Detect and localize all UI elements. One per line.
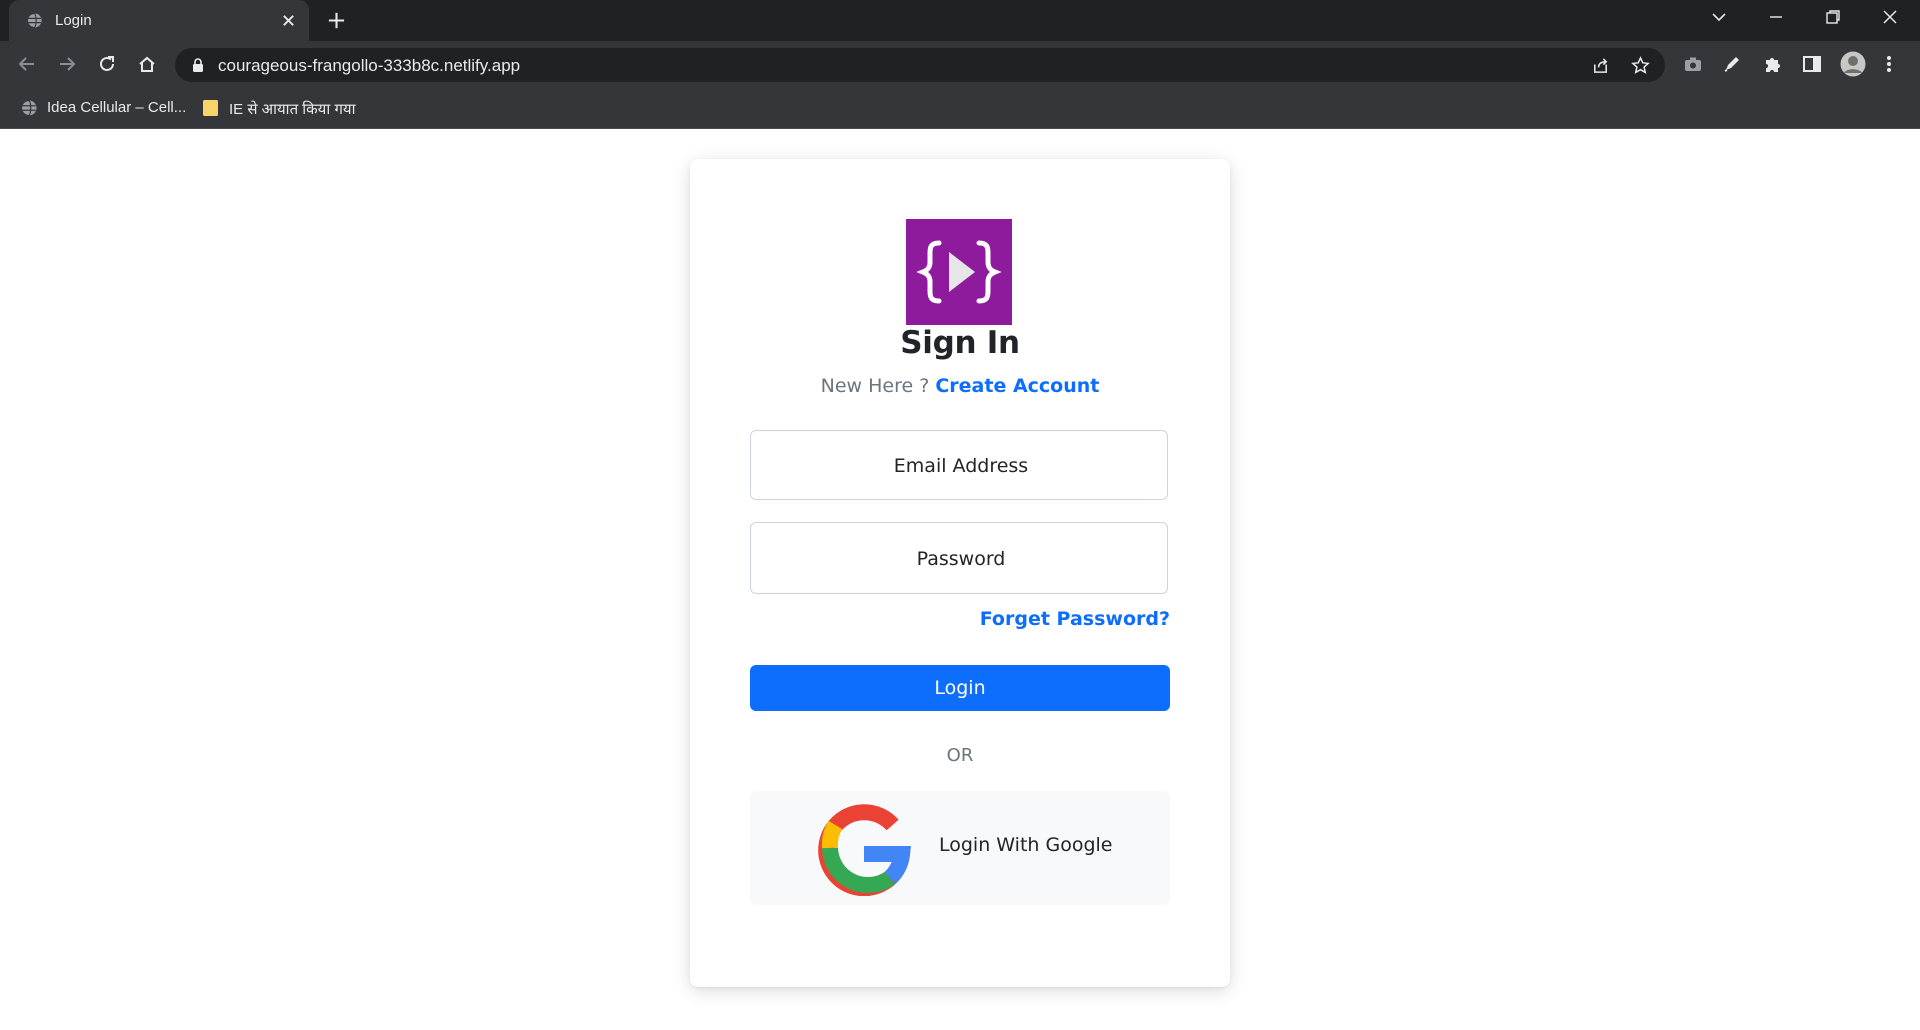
bookmark-star-icon[interactable]	[1631, 56, 1650, 75]
email-field[interactable]	[750, 430, 1171, 501]
google-icon	[816, 800, 912, 896]
pen-extension-icon[interactable]	[1722, 54, 1742, 74]
google-login-button[interactable]: Login With Google	[750, 791, 1170, 905]
extensions-puzzle-icon[interactable]	[1763, 54, 1783, 74]
side-panel-icon[interactable]	[1802, 54, 1822, 74]
browser-tab[interactable]: Login	[9, 0, 309, 41]
profile-avatar-icon[interactable]	[1840, 51, 1866, 77]
share-icon[interactable]	[1591, 56, 1610, 75]
restore-window-icon[interactable]	[1825, 9, 1841, 25]
page-title: Sign In	[900, 325, 1020, 361]
tab-close-icon[interactable]	[281, 13, 296, 28]
tab-title: Login	[55, 12, 92, 29]
lock-icon[interactable]	[192, 58, 204, 72]
bookmark-label: IE से आयात किया गया	[229, 101, 356, 118]
back-arrow-icon[interactable]	[17, 54, 37, 74]
create-account-link[interactable]: Create Account	[935, 375, 1099, 397]
camera-extension-icon[interactable]	[1683, 54, 1703, 74]
close-window-icon[interactable]	[1882, 9, 1898, 25]
signup-prompt: New Here ? Create Account	[690, 375, 1230, 397]
google-login-label: Login With Google	[939, 834, 1113, 856]
browser-toolbar: courageous-frangollo-333b8c.netlify.app	[0, 41, 1920, 87]
tab-favicon-globe-icon	[26, 12, 43, 29]
bookmark-label: Idea Cellular – Cell...	[47, 99, 187, 116]
forgot-password-link[interactable]: Forget Password?	[980, 608, 1170, 630]
new-here-text: New Here ?	[820, 375, 936, 397]
bookmarks-bar: Idea Cellular – Cell... IE से आयात किया …	[0, 87, 1920, 129]
tab-search-chevron-down-icon[interactable]	[1711, 9, 1727, 25]
tab-strip: Login	[0, 0, 1920, 41]
folder-icon	[202, 99, 219, 117]
app-logo	[906, 219, 1012, 325]
login-button[interactable]: Login	[750, 665, 1170, 711]
or-divider: OR	[946, 745, 974, 766]
globe-icon	[20, 99, 38, 117]
url-text[interactable]: courageous-frangollo-333b8c.netlify.app	[218, 56, 520, 76]
minimize-icon[interactable]	[1768, 9, 1784, 25]
address-bar[interactable]: courageous-frangollo-333b8c.netlify.app	[175, 48, 1665, 82]
menu-kebab-icon[interactable]	[1885, 54, 1893, 74]
password-input[interactable]	[751, 523, 1171, 595]
password-field[interactable]	[750, 522, 1171, 595]
new-tab-plus-icon[interactable]	[327, 11, 346, 30]
email-input[interactable]	[751, 431, 1171, 501]
reload-icon[interactable]	[97, 54, 117, 74]
login-card: Sign In New Here ? Create Account Forget…	[690, 159, 1230, 987]
home-icon[interactable]	[137, 54, 157, 74]
forward-arrow-icon[interactable]	[57, 54, 77, 74]
